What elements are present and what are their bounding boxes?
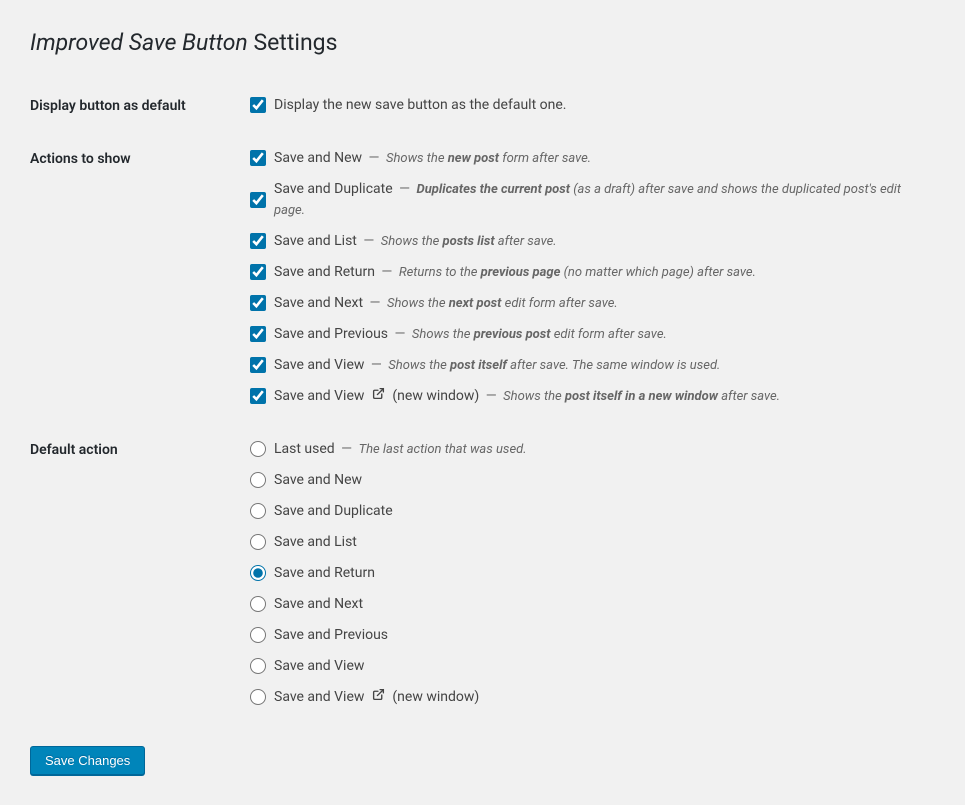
default-action-label: Save and New — [274, 472, 362, 488]
action-checkbox[interactable] — [250, 264, 266, 280]
action-label: Save and Return — [274, 264, 375, 280]
default-action-radio[interactable] — [250, 534, 266, 550]
default-action-option[interactable]: Save and Return — [250, 563, 935, 584]
default-action-option[interactable]: Save and Duplicate — [250, 501, 935, 522]
default-action-option[interactable]: Last used — The last action that was use… — [250, 439, 935, 460]
action-description: Returns to the previous page (no matter … — [399, 265, 756, 280]
action-option[interactable]: Save and Next — Shows the next post edit… — [250, 293, 935, 314]
action-label: Save and Next — [274, 295, 363, 311]
action-label: Save and New — [274, 150, 362, 166]
section-heading-default-action: Default action — [30, 427, 250, 728]
default-action-radio[interactable] — [250, 658, 266, 674]
default-action-option[interactable]: Save and Next — [250, 594, 935, 615]
action-checkbox[interactable] — [250, 150, 266, 166]
default-action-radio[interactable] — [250, 472, 266, 488]
default-action-option[interactable]: Save and List — [250, 532, 935, 553]
action-description: Shows the post itself after save. The sa… — [388, 358, 720, 373]
display-default-label: Display the new save button as the defau… — [274, 95, 566, 116]
default-action-label: Last used — [274, 441, 335, 457]
save-changes-button[interactable]: Save Changes — [30, 746, 145, 775]
action-checkbox[interactable] — [250, 326, 266, 342]
action-option[interactable]: Save and Previous — Shows the previous p… — [250, 324, 935, 345]
default-action-label: Save and View — [274, 658, 364, 674]
default-action-option[interactable]: Save and View — [250, 656, 935, 677]
action-checkbox[interactable] — [250, 233, 266, 249]
action-option[interactable]: Save and Duplicate — Duplicates the curr… — [250, 179, 935, 221]
default-action-label: Save and Duplicate — [274, 503, 393, 519]
external-link-icon — [372, 688, 385, 701]
action-description: Shows the new post form after save. — [386, 151, 591, 166]
action-option[interactable]: Save and List — Shows the posts list aft… — [250, 231, 935, 252]
default-action-label: Save and Return — [274, 565, 375, 581]
action-label: Save and Previous — [274, 326, 388, 342]
action-description: Shows the previous post edit form after … — [412, 327, 667, 342]
action-label: Save and View — [274, 388, 364, 404]
section-heading-display-default: Display button as default — [30, 83, 250, 136]
action-option[interactable]: Save and View — Shows the post itself af… — [250, 355, 935, 376]
action-description: Shows the post itself in a new window af… — [503, 389, 780, 404]
default-action-label: Save and Previous — [274, 627, 388, 643]
action-suffix: (new window) — [392, 388, 479, 404]
section-heading-actions: Actions to show — [30, 136, 250, 427]
display-default-option[interactable]: Display the new save button as the defau… — [250, 95, 935, 116]
page-title: Improved Save Button Settings — [30, 28, 945, 58]
action-option[interactable]: Save and View (new window) — Shows the p… — [250, 386, 935, 407]
action-checkbox[interactable] — [250, 388, 266, 404]
action-label: Save and Duplicate — [274, 181, 393, 197]
action-checkbox[interactable] — [250, 295, 266, 311]
display-default-checkbox[interactable] — [250, 97, 266, 113]
default-action-label: Save and Next — [274, 596, 363, 612]
default-action-label: Save and List — [274, 534, 357, 550]
default-action-radio[interactable] — [250, 441, 266, 457]
default-action-suffix: (new window) — [392, 689, 479, 705]
action-option[interactable]: Save and New — Shows the new post form a… — [250, 148, 935, 169]
action-label: Save and List — [274, 233, 357, 249]
default-action-option[interactable]: Save and View (new window) — [250, 687, 935, 708]
default-action-option[interactable]: Save and New — [250, 470, 935, 491]
action-checkbox[interactable] — [250, 192, 266, 208]
default-action-option[interactable]: Save and Previous — [250, 625, 935, 646]
page-title-italic: Improved Save Button — [30, 29, 248, 56]
default-action-label: Save and View — [274, 689, 364, 705]
default-action-radio[interactable] — [250, 627, 266, 643]
page-title-rest: Settings — [248, 29, 338, 56]
default-action-radio[interactable] — [250, 503, 266, 519]
action-description: Shows the next post edit form after save… — [387, 296, 618, 311]
default-action-radio[interactable] — [250, 596, 266, 612]
default-action-radio[interactable] — [250, 689, 266, 705]
action-option[interactable]: Save and Return — Returns to the previou… — [250, 262, 935, 283]
action-label: Save and View — [274, 357, 364, 373]
action-checkbox[interactable] — [250, 357, 266, 373]
default-action-radio[interactable] — [250, 565, 266, 581]
default-action-description: The last action that was used. — [359, 442, 527, 457]
action-description: Shows the posts list after save. — [381, 234, 557, 249]
external-link-icon — [372, 387, 385, 400]
